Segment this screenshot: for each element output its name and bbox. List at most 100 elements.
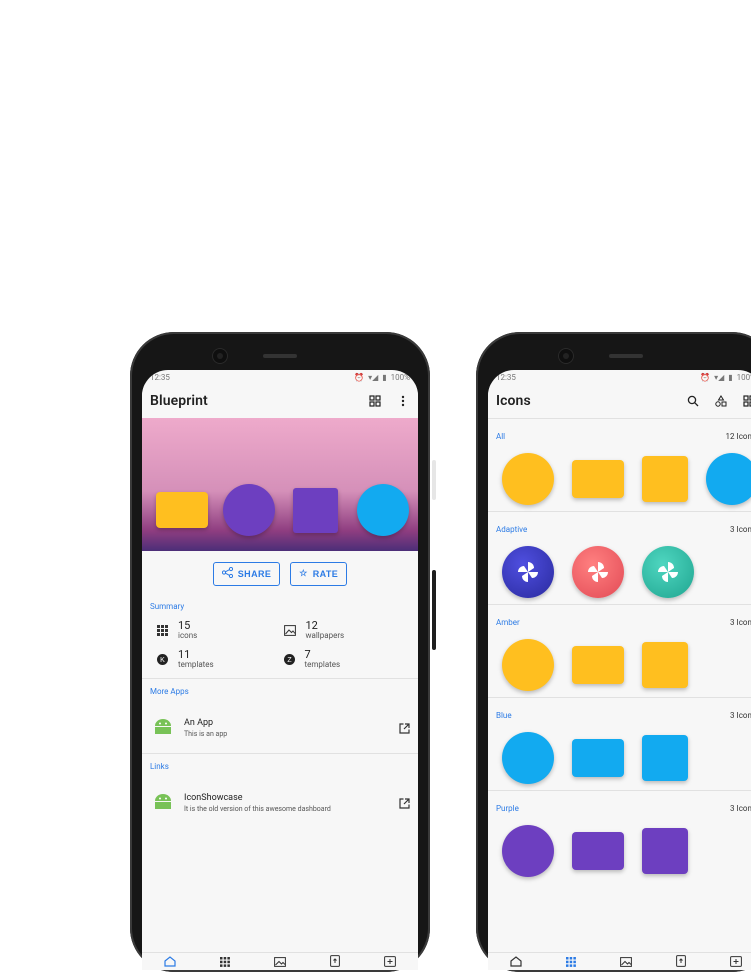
pinwheel-teal-icon[interactable]: [642, 546, 694, 598]
icon-row-blue: [488, 726, 751, 790]
icons-screen: 12:35 ⏰ ▾◢ ▮ 100% Icons: [488, 370, 751, 970]
purple-square-preview: [293, 488, 338, 533]
amber-circle-icon[interactable]: [502, 639, 554, 691]
svg-text:Z: Z: [287, 657, 292, 664]
zooper-icon: Z: [283, 650, 295, 669]
share-button[interactable]: SHARE: [212, 561, 281, 586]
bottom-navigation: [142, 952, 418, 970]
status-time: 12:35: [496, 372, 516, 382]
summary-section-label: Summary: [150, 601, 185, 611]
alarm-icon: ⏰: [700, 372, 711, 382]
summary-count: 7: [304, 648, 311, 661]
search-icon[interactable]: [686, 394, 700, 408]
wallpapers-nav-icon[interactable]: [620, 952, 632, 970]
status-time: 12:35: [150, 372, 170, 382]
amber-square-preview: [156, 492, 208, 528]
category-count: 3 Icons: [730, 803, 751, 813]
summary-wallpapers[interactable]: 12 wallpapers: [283, 619, 411, 641]
battery-icon: ▮: [382, 372, 387, 382]
earpiece-speaker: [609, 354, 643, 358]
home-nav-icon[interactable]: [510, 952, 522, 970]
category-name: All: [496, 431, 506, 441]
open-external-icon[interactable]: [399, 719, 410, 738]
earpiece-speaker: [263, 354, 297, 358]
bottom-navigation: [488, 952, 751, 970]
rate-label: RATE: [312, 568, 339, 579]
summary-zooper-templates[interactable]: Z 7 templates: [283, 648, 411, 670]
more-app-item[interactable]: An App This is an app: [142, 703, 418, 753]
hero-banner: [142, 418, 418, 551]
share-label: SHARE: [237, 568, 272, 579]
templates-icon[interactable]: [368, 394, 382, 408]
kwgt-icon: K: [157, 650, 168, 669]
category-count: 12 Icons: [725, 431, 751, 441]
app-bar: Icons: [488, 384, 751, 418]
summary-count: 12: [305, 619, 318, 632]
purple-square-icon[interactable]: [642, 828, 688, 874]
app-title: An App: [184, 718, 214, 728]
icons-nav-icon[interactable]: [220, 952, 230, 970]
status-bar: 12:35 ⏰ ▾◢ ▮ 100%: [142, 370, 418, 384]
icon-row-amber: [488, 633, 751, 697]
share-icon: [221, 566, 233, 580]
home-nav-icon[interactable]: [164, 952, 176, 970]
android-icon: [154, 793, 172, 813]
summary-icons[interactable]: 15 icons: [157, 620, 284, 641]
volume-button: [432, 570, 436, 650]
blue-circle-icon[interactable]: [706, 453, 751, 505]
star-icon: ☆: [299, 568, 308, 578]
blue-rectangle-icon[interactable]: [572, 739, 624, 777]
action-buttons: SHARE ☆ RATE: [142, 551, 418, 596]
category-count: 3 Icons: [730, 710, 751, 720]
blue-circle-icon[interactable]: [502, 732, 554, 784]
power-button: [432, 460, 436, 500]
rate-button[interactable]: ☆ RATE: [290, 561, 348, 586]
summary-count: 15: [178, 619, 191, 632]
summary-label: icons: [178, 631, 198, 640]
apply-nav-icon[interactable]: [330, 952, 340, 970]
pinwheel-red-icon[interactable]: [572, 546, 624, 598]
request-nav-icon[interactable]: [384, 952, 396, 970]
signal-icon: ▾◢: [714, 372, 725, 382]
summary-grid: 15 icons 12 wallpapers K 11 templates Z 7 te…: [142, 616, 418, 678]
link-item[interactable]: IconShowcase It is the old version of th…: [142, 778, 418, 828]
svg-text:K: K: [160, 657, 165, 664]
phone-frame-dashboard: 12:35 ⏰ ▾◢ ▮ 100% Blueprint SHARE ☆ RATE…: [130, 332, 436, 972]
purple-rectangle-icon[interactable]: [572, 832, 624, 870]
amber-circle-icon[interactable]: [502, 453, 554, 505]
status-icons: ⏰ ▾◢ ▮ 100%: [354, 373, 410, 382]
link-subtitle: It is the old version of this awesome da…: [184, 805, 331, 813]
templates-icon[interactable]: [742, 394, 751, 408]
signal-icon: ▾◢: [368, 372, 379, 382]
app-title: Blueprint: [150, 393, 208, 409]
request-nav-icon[interactable]: [730, 952, 742, 970]
summary-label: templates: [304, 660, 341, 669]
status-icons: ⏰ ▾◢ ▮ 100%: [700, 373, 751, 382]
pinwheel-blue-icon[interactable]: [502, 546, 554, 598]
summary-kwgt-templates[interactable]: K 11 templates: [157, 649, 284, 670]
amber-rectangle-icon[interactable]: [572, 460, 624, 498]
purple-circle-preview: [223, 484, 275, 536]
amber-square-icon[interactable]: [642, 642, 688, 688]
open-external-icon[interactable]: [399, 794, 410, 813]
icons-nav-icon[interactable]: [566, 952, 576, 970]
link-title: IconShowcase: [184, 793, 243, 803]
blue-circle-preview: [357, 484, 409, 536]
amber-rectangle-icon[interactable]: [572, 646, 624, 684]
phone-frame-icons: 12:35 ⏰ ▾◢ ▮ 100% Icons: [476, 332, 751, 972]
apply-nav-icon[interactable]: [676, 952, 686, 970]
category-name: Purple: [496, 803, 519, 813]
category-name: Amber: [496, 617, 520, 627]
icon-row-purple: [488, 819, 751, 883]
android-icon: [154, 718, 172, 738]
amber-square-icon[interactable]: [642, 456, 688, 502]
summary-label: wallpapers: [305, 631, 345, 640]
category-count: 3 Icons: [730, 524, 751, 534]
shapes-icon[interactable]: [714, 394, 728, 408]
battery-percent: 100%: [390, 372, 410, 382]
more-options-icon[interactable]: [396, 394, 410, 408]
blue-square-icon[interactable]: [642, 735, 688, 781]
purple-circle-icon[interactable]: [502, 825, 554, 877]
front-camera: [212, 348, 228, 364]
wallpapers-nav-icon[interactable]: [274, 952, 286, 970]
